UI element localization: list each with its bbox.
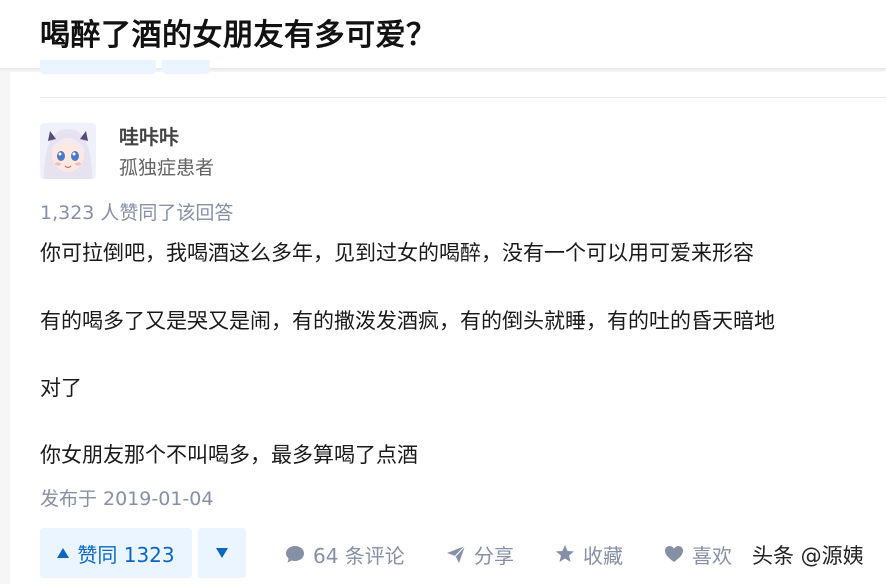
comments-button[interactable]: 64 条评论 bbox=[285, 538, 405, 570]
share-label: 分享 bbox=[474, 543, 514, 568]
triangle-up-icon bbox=[57, 548, 70, 558]
avatar-illustration bbox=[40, 123, 96, 179]
vote-up-button[interactable]: 赞同 1323 bbox=[40, 528, 192, 578]
publish-time[interactable]: 发布于 2019-01-04 bbox=[40, 484, 213, 511]
like-button[interactable]: 喜欢 bbox=[664, 538, 732, 570]
triangle-down-icon bbox=[216, 548, 228, 558]
watermark: 头条 @源姨 bbox=[752, 544, 864, 568]
answer-paragraph: 你女朋友那个不叫喝多，最多算喝了点酒 bbox=[40, 443, 418, 467]
vote-up-label: 赞同 1323 bbox=[77, 542, 175, 567]
author-name[interactable]: 哇咔咔 bbox=[119, 121, 179, 150]
collect-button[interactable]: 收藏 bbox=[555, 538, 623, 570]
vote-summary: 1,323 人赞同了该回答 bbox=[40, 202, 234, 224]
header-follow-button[interactable] bbox=[40, 60, 156, 74]
avatar[interactable] bbox=[40, 123, 96, 179]
heart-icon bbox=[665, 546, 683, 562]
divider bbox=[40, 97, 886, 98]
speech-bubble-icon bbox=[286, 546, 304, 563]
collect-label: 收藏 bbox=[583, 543, 623, 568]
star-icon bbox=[556, 545, 574, 562]
share-button[interactable]: 分享 bbox=[446, 538, 514, 570]
like-label: 喜欢 bbox=[692, 543, 732, 568]
vote-down-button[interactable] bbox=[198, 528, 246, 578]
question-header: 喝醉了酒的女朋友有多可爱？ bbox=[0, 0, 886, 74]
comments-label: 64 条评论 bbox=[313, 543, 405, 568]
paper-plane-icon bbox=[447, 545, 466, 563]
answer-paragraph: 你可拉倒吧，我喝酒这么多年，见到过女的喝醉，没有一个可以用可爱来形容 bbox=[40, 241, 754, 265]
answer-paragraph: 对了 bbox=[40, 376, 82, 400]
answer-paragraph: 有的喝多了又是哭又是闹，有的撒泼发酒疯，有的倒头就睡，有的吐的昏天暗地 bbox=[40, 309, 775, 333]
author-bio: 孤独症患者 bbox=[119, 157, 215, 179]
header-secondary-button[interactable] bbox=[162, 60, 210, 74]
question-title[interactable]: 喝醉了酒的女朋友有多可爱？ bbox=[40, 10, 437, 54]
